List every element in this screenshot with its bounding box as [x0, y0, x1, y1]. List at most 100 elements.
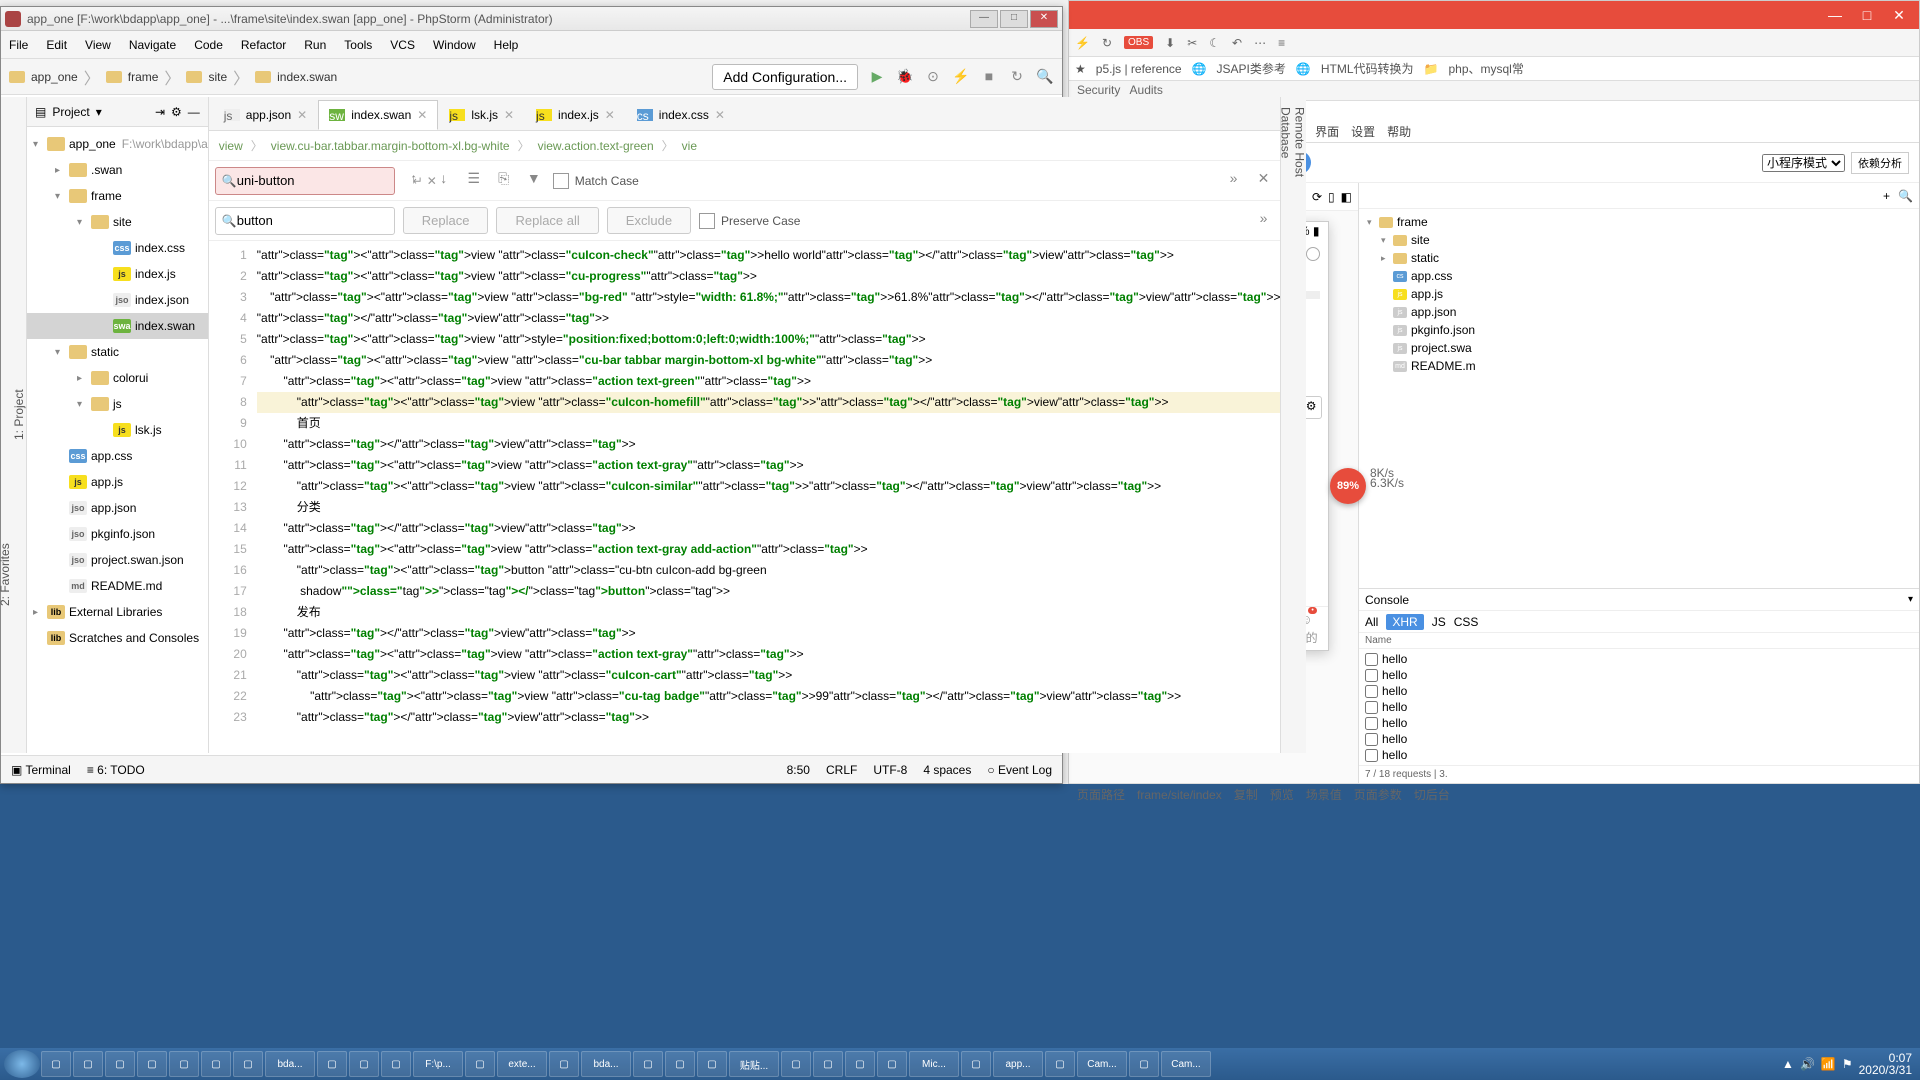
- stop-icon[interactable]: ■: [980, 68, 998, 86]
- tree-row[interactable]: jsindex.js: [27, 261, 208, 287]
- prev-icon[interactable]: ↑: [403, 170, 425, 192]
- editor-tab[interactable]: jslsk.js✕: [438, 100, 525, 130]
- taskbar-item[interactable]: ▢: [697, 1051, 727, 1077]
- net-row[interactable]: hello: [1365, 683, 1913, 699]
- menu-refactor[interactable]: Refactor: [241, 38, 286, 52]
- insp-search-icon[interactable]: 🔍: [1898, 189, 1913, 203]
- replace-button[interactable]: Replace: [403, 207, 489, 234]
- toggle-icon[interactable]: ⎘: [493, 170, 515, 192]
- lightning-icon[interactable]: ⚡: [1075, 36, 1090, 50]
- taskbar-item[interactable]: ▢: [137, 1051, 167, 1077]
- net-row[interactable]: hello: [1365, 667, 1913, 683]
- taskbar-item[interactable]: ▢: [105, 1051, 135, 1077]
- tray-icon[interactable]: 🔊: [1800, 1057, 1815, 1071]
- maximize-button[interactable]: □: [1000, 10, 1028, 28]
- collapse-icon[interactable]: ⇥: [155, 105, 165, 119]
- find-input[interactable]: [237, 173, 413, 188]
- crumb-item[interactable]: frame: [128, 70, 159, 84]
- insp-tree-row[interactable]: jsapp.js: [1363, 285, 1915, 303]
- crumb-item[interactable]: index.swan: [277, 70, 337, 84]
- sim-tool-icon[interactable]: ▯: [1328, 190, 1335, 204]
- crumb-item[interactable]: site: [208, 70, 227, 84]
- menu-vcs[interactable]: VCS: [390, 38, 415, 52]
- taskbar-item[interactable]: app...: [993, 1051, 1043, 1077]
- tree-row[interactable]: jsoindex.json: [27, 287, 208, 313]
- tree-row[interactable]: jsoapp.json: [27, 495, 208, 521]
- tree-row[interactable]: ▾js: [27, 391, 208, 417]
- net-row[interactable]: hello: [1365, 747, 1913, 763]
- menu-navigate[interactable]: Navigate: [129, 38, 176, 52]
- net-row[interactable]: hello: [1365, 651, 1913, 667]
- bookmark-1[interactable]: JSAPI类参考: [1217, 60, 1286, 77]
- favorites-tool-button[interactable]: 2: Favorites: [0, 427, 12, 723]
- menu-code[interactable]: Code: [194, 38, 223, 52]
- bookmark-0[interactable]: p5.js | reference: [1096, 62, 1182, 76]
- taskbar-item[interactable]: ▢: [201, 1051, 231, 1077]
- bg-min[interactable]: —: [1821, 5, 1849, 25]
- editor-tab[interactable]: csindex.css✕: [626, 100, 736, 130]
- taskbar-item[interactable]: ▢: [233, 1051, 263, 1077]
- taskbar-item[interactable]: ▢: [73, 1051, 103, 1077]
- taskbar-item[interactable]: Mic...: [909, 1051, 959, 1077]
- filter-icon[interactable]: ▼: [523, 170, 545, 192]
- taskbar-item[interactable]: ▢: [877, 1051, 907, 1077]
- insp-tree-row[interactable]: jsproject.swa: [1363, 339, 1915, 357]
- eventlog-button[interactable]: Event Log: [998, 763, 1052, 777]
- taskbar-item[interactable]: ▢: [169, 1051, 199, 1077]
- moon-icon[interactable]: ☾: [1209, 36, 1220, 50]
- net-speed-badge[interactable]: 89%: [1330, 468, 1366, 504]
- taskbar-item[interactable]: bda...: [581, 1051, 631, 1077]
- mode-select[interactable]: 小程序模式: [1762, 154, 1845, 172]
- coverage-icon[interactable]: ⊙: [924, 68, 942, 86]
- tree-row[interactable]: mdREADME.md: [27, 573, 208, 599]
- hide-icon[interactable]: —: [188, 105, 200, 119]
- close-find-icon[interactable]: ✕: [1252, 170, 1274, 192]
- preserve-case-checkbox[interactable]: Preserve Case: [699, 213, 800, 229]
- insp-tree-row[interactable]: jsapp.json: [1363, 303, 1915, 321]
- more-icon[interactable]: ⋯: [1254, 36, 1266, 50]
- sim-tool-icon[interactable]: ⟳: [1312, 190, 1322, 204]
- insp-tree-row[interactable]: ▾frame: [1363, 213, 1915, 231]
- exclude-button[interactable]: Exclude: [607, 207, 691, 234]
- titlebar[interactable]: app_one [F:\work\bdapp\app_one] - ...\fr…: [1, 7, 1062, 31]
- taskbar-item[interactable]: ▢: [465, 1051, 495, 1077]
- tree-row[interactable]: ▸colorui: [27, 365, 208, 391]
- taskbar-item[interactable]: ▢: [1129, 1051, 1159, 1077]
- tree-row[interactable]: ▸libExternal Libraries: [27, 599, 208, 625]
- tree-row[interactable]: ▾frame: [27, 183, 208, 209]
- close-tab-icon[interactable]: ✕: [605, 108, 615, 122]
- bookmark-2[interactable]: HTML代码转换为: [1321, 60, 1414, 77]
- taskbar-item[interactable]: ▢: [633, 1051, 663, 1077]
- console-tab[interactable]: Console: [1365, 593, 1409, 607]
- replace-input[interactable]: [237, 213, 413, 228]
- tray-icon[interactable]: 📶: [1821, 1057, 1836, 1071]
- undo-icon[interactable]: ↶: [1232, 36, 1242, 50]
- refresh-icon[interactable]: ↻: [1102, 36, 1112, 50]
- tree-row[interactable]: ▾site: [27, 209, 208, 235]
- clock[interactable]: 0:07 2020/3/31: [1859, 1052, 1912, 1076]
- editor-tab[interactable]: jsapp.json✕: [213, 100, 318, 130]
- tree-row[interactable]: ▸.swan: [27, 157, 208, 183]
- tree-row[interactable]: libScratches and Consoles: [27, 625, 208, 651]
- menu-edit[interactable]: Edit: [46, 38, 67, 52]
- tree-row[interactable]: cssapp.css: [27, 443, 208, 469]
- minimize-button[interactable]: —: [970, 10, 998, 28]
- more-icon[interactable]: »: [1222, 170, 1244, 192]
- match-case-checkbox[interactable]: Match Case: [553, 173, 639, 189]
- tray-icon[interactable]: ▲: [1782, 1057, 1794, 1071]
- menu-icon[interactable]: ≡: [1278, 36, 1285, 50]
- taskbar-item[interactable]: ▢: [549, 1051, 579, 1077]
- bg-max[interactable]: □: [1853, 5, 1881, 25]
- next-icon[interactable]: ↓: [433, 170, 455, 192]
- editor-tab[interactable]: jsindex.js✕: [525, 100, 626, 130]
- update-icon[interactable]: ↻: [1008, 68, 1026, 86]
- menu-window[interactable]: Window: [433, 38, 476, 52]
- profile-icon[interactable]: ⚡: [952, 68, 970, 86]
- gear-icon[interactable]: ⚙: [171, 105, 182, 119]
- net-row[interactable]: hello: [1365, 715, 1913, 731]
- taskbar-item[interactable]: ▢: [41, 1051, 71, 1077]
- tree-row[interactable]: jsoproject.swan.json: [27, 547, 208, 573]
- tree-row[interactable]: jsopkginfo.json: [27, 521, 208, 547]
- cut-icon[interactable]: ✂: [1187, 36, 1197, 50]
- tree-row[interactable]: jslsk.js: [27, 417, 208, 443]
